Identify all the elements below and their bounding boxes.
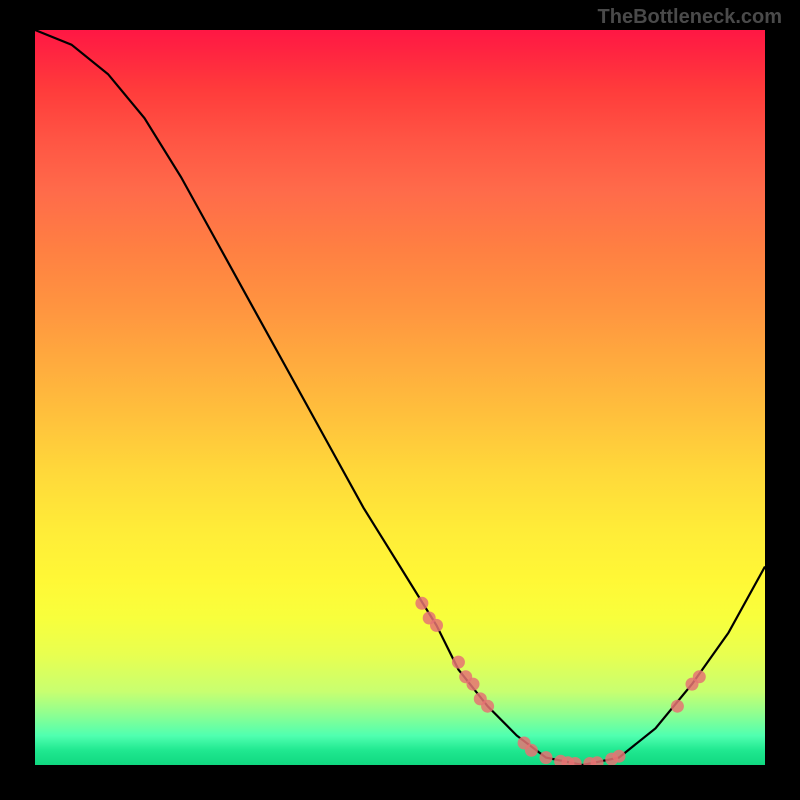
bottleneck-curve: [35, 30, 765, 765]
data-point: [613, 750, 626, 763]
plot-area: [35, 30, 765, 765]
data-point: [430, 619, 443, 632]
chart-container: TheBottleneck.com: [0, 0, 800, 800]
data-point: [525, 744, 538, 757]
data-points-group: [415, 597, 705, 765]
data-point: [481, 700, 494, 713]
curve-line: [35, 30, 765, 765]
curve-svg: [35, 30, 765, 765]
data-point: [467, 678, 480, 691]
data-point: [415, 597, 428, 610]
watermark-text: TheBottleneck.com: [598, 6, 782, 29]
data-point: [591, 756, 604, 765]
data-point: [693, 670, 706, 683]
data-point: [540, 751, 553, 764]
data-point: [452, 656, 465, 669]
data-point: [671, 700, 684, 713]
